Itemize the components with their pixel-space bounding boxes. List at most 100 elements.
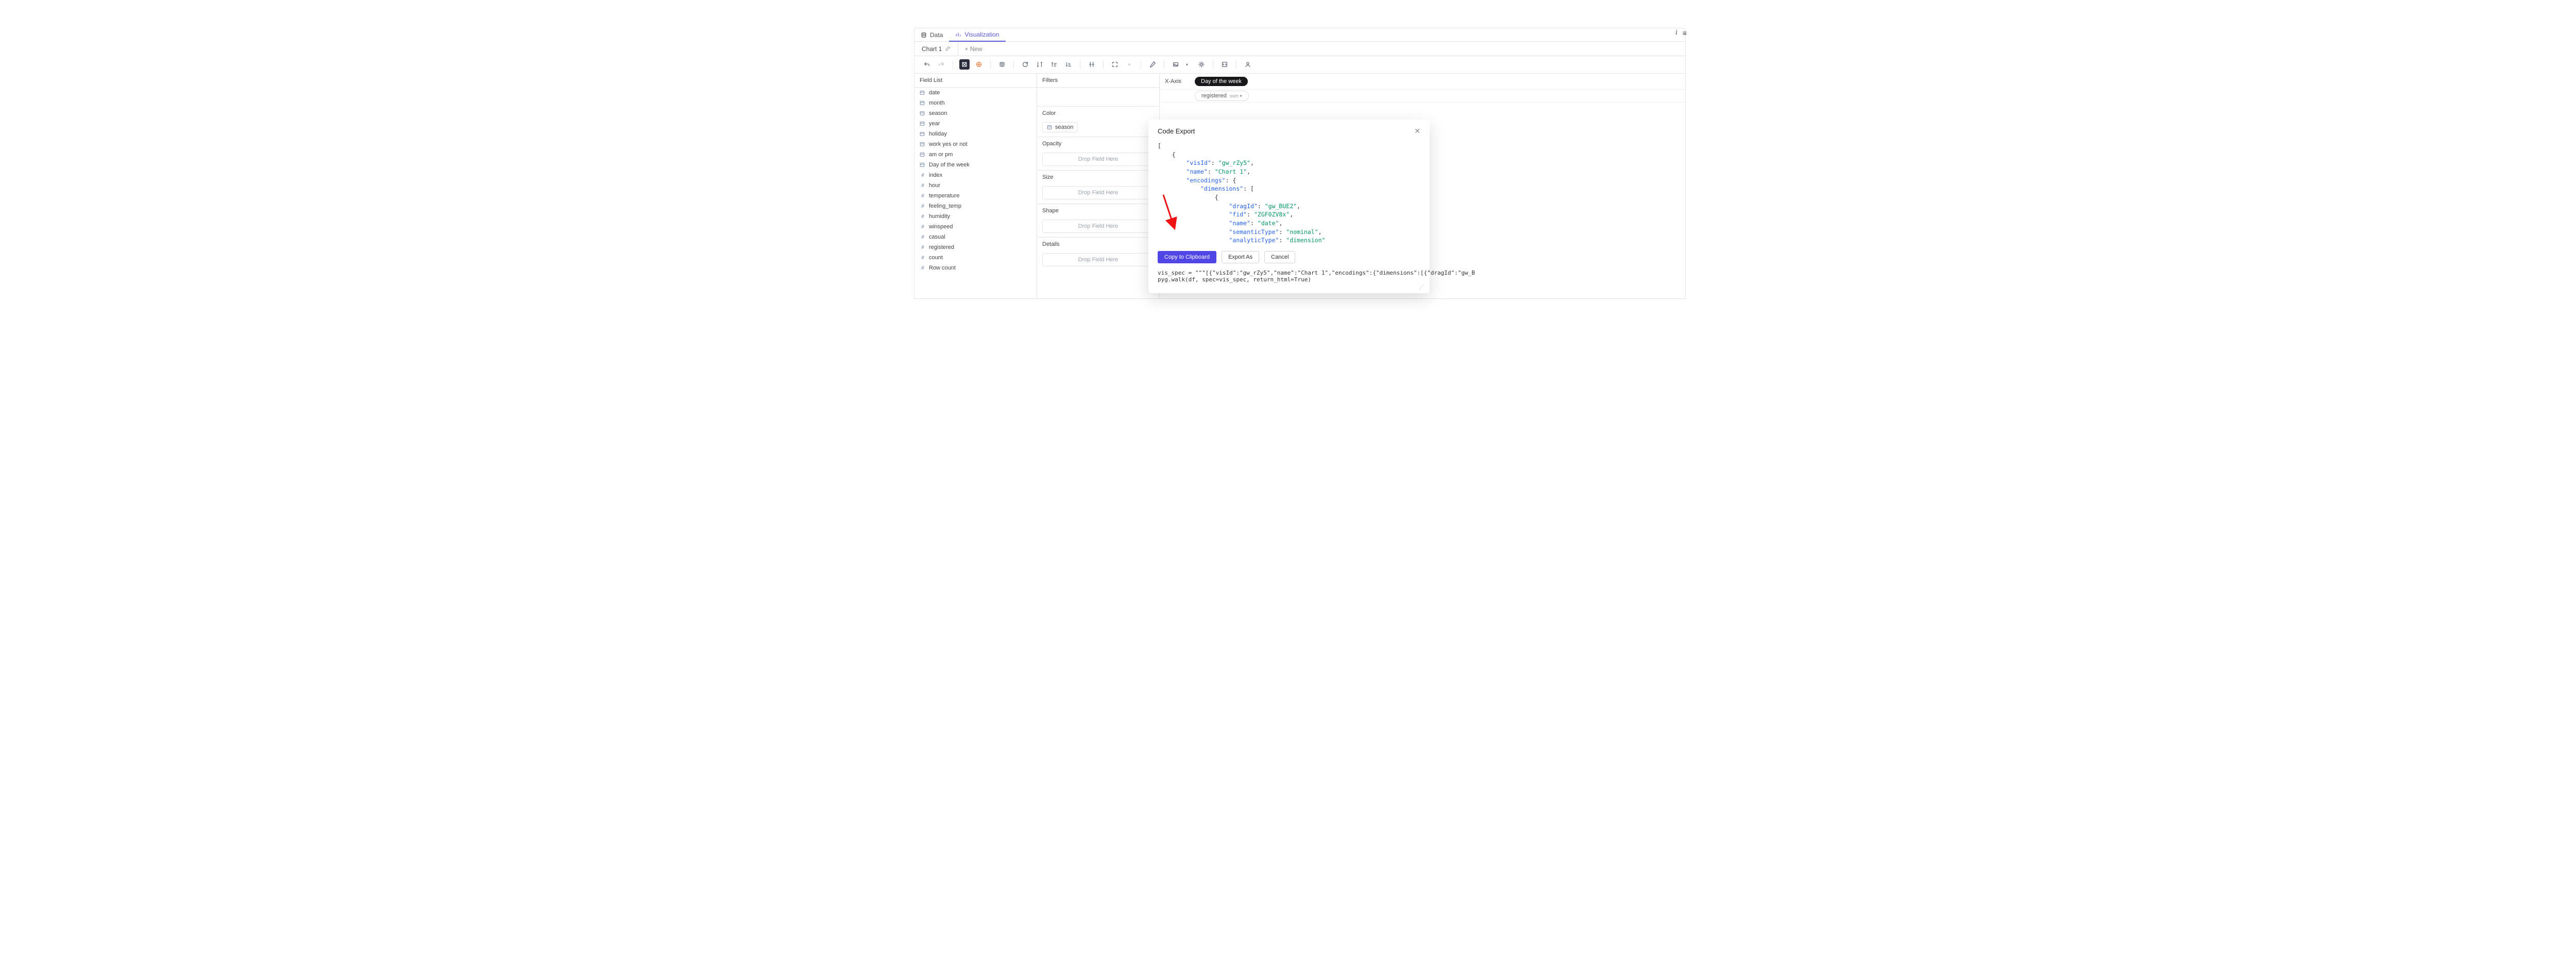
x-axis-shelf[interactable]: X-Axis Day of the week: [1160, 74, 1685, 90]
aggregate-toggle[interactable]: [959, 59, 970, 70]
axis-resize-button[interactable]: [1087, 59, 1097, 70]
tab-data[interactable]: Data: [914, 28, 949, 42]
chart-tab-current[interactable]: Chart 1: [914, 42, 958, 56]
field-item[interactable]: #index: [914, 170, 1037, 180]
quantitative-icon: #: [920, 245, 926, 250]
menu-icon[interactable]: ≡: [1683, 29, 1687, 37]
sort-desc-button[interactable]: [1063, 59, 1074, 70]
nominal-icon: [920, 111, 926, 116]
toolbar: ▾: [914, 56, 1685, 73]
field-item[interactable]: am or pm: [914, 149, 1037, 160]
edit-icon[interactable]: [945, 46, 951, 52]
expand-button[interactable]: [1110, 59, 1120, 70]
export-as-button[interactable]: Export As: [1222, 251, 1259, 263]
tab-visualization[interactable]: Visualization: [949, 28, 1005, 42]
user-button[interactable]: [1243, 59, 1253, 70]
field-item[interactable]: #winspeed: [914, 222, 1037, 232]
field-label: index: [929, 172, 942, 178]
shape-header: Shape: [1037, 204, 1159, 217]
details-header: Details: [1037, 238, 1159, 251]
filters-header: Filters: [1037, 74, 1159, 88]
config-button[interactable]: [1196, 59, 1207, 70]
field-label: season: [929, 110, 947, 116]
quantitative-icon: #: [920, 193, 926, 199]
nominal-icon: [920, 142, 926, 147]
stack-button[interactable]: [997, 59, 1007, 70]
nominal-icon: [920, 121, 926, 126]
field-item[interactable]: year: [914, 119, 1037, 129]
field-item[interactable]: season: [914, 108, 1037, 119]
mark-type-button[interactable]: [974, 59, 984, 70]
sort-asc-button[interactable]: [1049, 59, 1059, 70]
field-label: casual: [929, 234, 945, 240]
nominal-icon: [920, 90, 926, 95]
code-export-button[interactable]: [1219, 59, 1230, 70]
field-item[interactable]: date: [914, 88, 1037, 98]
field-item[interactable]: work yes or not: [914, 139, 1037, 149]
add-chart-tab[interactable]: + New: [958, 45, 988, 53]
field-label: date: [929, 90, 940, 96]
cancel-button[interactable]: Cancel: [1264, 251, 1295, 263]
details-dropzone[interactable]: Drop Field Here: [1042, 253, 1154, 266]
collapse-button[interactable]: [1124, 59, 1134, 70]
field-item[interactable]: #feeling_temp: [914, 201, 1037, 211]
shape-dropzone[interactable]: Drop Field Here: [1042, 220, 1154, 233]
size-dropzone[interactable]: Drop Field Here: [1042, 186, 1154, 199]
field-item[interactable]: #humidity: [914, 211, 1037, 222]
undo-button[interactable]: [922, 59, 932, 70]
quantitative-icon: #: [920, 265, 926, 271]
color-pill-label: season: [1055, 124, 1073, 130]
refresh-button[interactable]: [1020, 59, 1030, 70]
opacity-dropzone[interactable]: Drop Field Here: [1042, 153, 1154, 166]
tab-data-label: Data: [930, 31, 943, 39]
y-axis-pill[interactable]: registered sum ▾: [1195, 91, 1249, 101]
x-axis-label: X-Axis: [1165, 78, 1190, 85]
field-label: hour: [929, 182, 940, 189]
size-header: Size: [1037, 171, 1159, 184]
field-label: humidity: [929, 213, 950, 220]
info-icon[interactable]: i: [1675, 29, 1677, 37]
quantitative-icon: #: [920, 224, 926, 230]
encoding-panel: Filters Color season Opa: [1037, 74, 1160, 298]
resize-handle-icon[interactable]: ⋰: [1419, 283, 1425, 290]
paint-button[interactable]: [1147, 59, 1158, 70]
export-image-button[interactable]: [1171, 59, 1181, 70]
chart-icon: [955, 31, 961, 38]
quantitative-icon: #: [920, 183, 926, 189]
field-item[interactable]: holiday: [914, 129, 1037, 139]
code-preview: [ { "visId": "gw_rZy5", "name": "Chart 1…: [1158, 142, 1420, 245]
redo-button[interactable]: [936, 59, 946, 70]
nominal-icon: [920, 152, 926, 157]
field-label: am or pm: [929, 152, 953, 158]
field-item[interactable]: #temperature: [914, 191, 1037, 201]
modal-title: Code Export: [1158, 127, 1195, 135]
y-axis-shelf[interactable]: Y-Axis registered sum ▾: [1160, 90, 1685, 103]
transpose-button[interactable]: [1035, 59, 1045, 70]
field-item[interactable]: Day of the week: [914, 160, 1037, 170]
field-list-panel: Field List datemonthseasonyearholidaywor…: [914, 74, 1037, 298]
chart-tab-label: Chart 1: [922, 45, 942, 53]
field-label: Day of the week: [929, 162, 970, 168]
field-item[interactable]: #casual: [914, 232, 1037, 242]
opacity-header: Opacity: [1037, 137, 1159, 150]
quantitative-icon: #: [920, 214, 926, 220]
copy-to-clipboard-button[interactable]: Copy to Clipboard: [1158, 251, 1216, 263]
field-label: feeling_temp: [929, 203, 961, 209]
y-axis-agg[interactable]: sum ▾: [1230, 93, 1242, 99]
field-item[interactable]: #count: [914, 253, 1037, 263]
chart-tabs: Chart 1 + New: [914, 42, 1685, 56]
y-axis-pill-label: registered: [1201, 93, 1227, 99]
field-item[interactable]: #registered: [914, 242, 1037, 253]
x-axis-pill[interactable]: Day of the week: [1195, 77, 1248, 86]
more-export-icon[interactable]: ▾: [1182, 59, 1192, 70]
field-item[interactable]: #hour: [914, 180, 1037, 191]
field-item[interactable]: #Row count: [914, 263, 1037, 273]
code-snippet[interactable]: vis_spec = """[{"visId":"gw_rZy5","name"…: [1148, 266, 1430, 293]
nominal-icon: [1047, 125, 1052, 130]
color-pill[interactable]: season: [1042, 122, 1078, 132]
x-axis-pill-label: Day of the week: [1201, 78, 1242, 85]
tab-visualization-label: Visualization: [964, 31, 999, 38]
quantitative-icon: #: [920, 255, 926, 261]
field-item[interactable]: month: [914, 98, 1037, 108]
close-icon[interactable]: ✕: [1414, 127, 1420, 136]
